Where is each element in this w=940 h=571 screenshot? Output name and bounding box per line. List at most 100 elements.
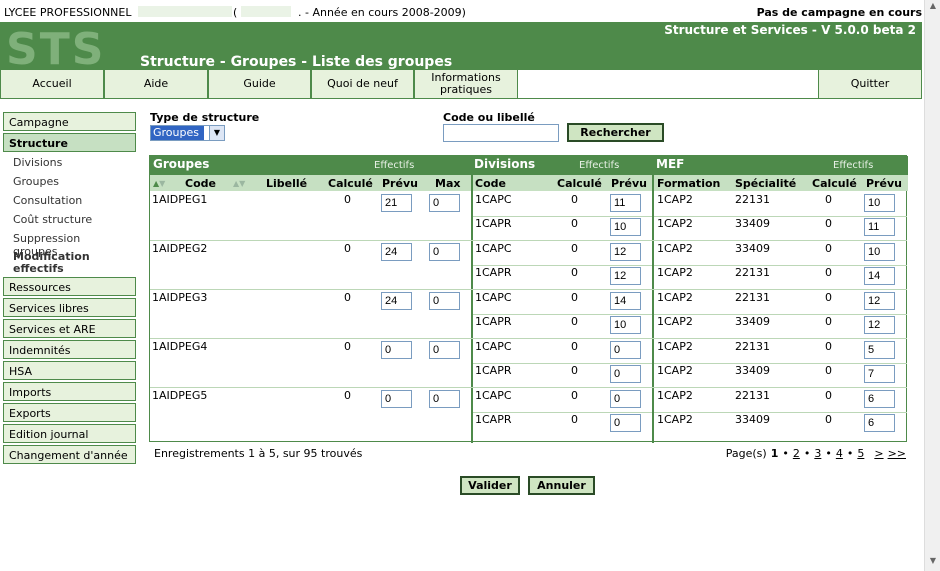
col-div-prevu: Prévu <box>611 177 647 190</box>
mef-prevu-input[interactable] <box>864 341 895 359</box>
division-prevu-input[interactable] <box>610 414 641 432</box>
group-prevu-input[interactable] <box>381 390 412 408</box>
groupes-column-header: ▲▼ Code ▲▼ Libellé Calculé Prévu Max <box>150 175 472 191</box>
sidebar-subitem-suppression-groupes[interactable]: Suppression groupes <box>3 230 136 258</box>
division-prevu-input[interactable] <box>610 365 641 383</box>
mef-prevu-input[interactable] <box>864 218 895 236</box>
group-prevu-input[interactable] <box>381 243 412 261</box>
group-max-input[interactable] <box>429 194 460 212</box>
division-code: 1CAPC <box>475 242 512 255</box>
mef-calcule: 0 <box>825 364 832 377</box>
group-prevu-input[interactable] <box>381 341 412 359</box>
col-div-code: Code <box>475 177 506 190</box>
division-prevu-input[interactable] <box>610 316 641 334</box>
group-code: 1AIDPEG3 <box>152 291 208 304</box>
code-label: Code ou libellé <box>443 111 535 124</box>
division-prevu-input[interactable] <box>610 390 641 408</box>
division-prevu-input[interactable] <box>610 218 641 236</box>
nav-informations-pratiques[interactable]: Informations pratiques <box>414 70 518 99</box>
vertical-scrollbar[interactable]: ▲ ▼ <box>924 0 940 571</box>
groupes-effectifs-label: Effectifs <box>374 160 415 171</box>
page-5-link[interactable]: 5 <box>857 447 864 460</box>
search-button[interactable]: Rechercher <box>567 123 664 142</box>
mef-column-header: Formation Spécialité Calculé Prévu <box>654 175 908 191</box>
group-code: 1AIDPEG4 <box>152 340 208 353</box>
sort-down-icon[interactable]: ▼ <box>159 179 165 188</box>
type-structure-label: Type de structure <box>150 111 260 124</box>
sidebar-subitem-modification-effectifs[interactable]: Modification effectifs <box>3 249 136 277</box>
mef-effectifs-label: Effectifs <box>833 160 874 171</box>
nav-quitter[interactable]: Quitter <box>818 70 922 99</box>
division-prevu-input[interactable] <box>610 267 641 285</box>
mef-specialite: 33409 <box>735 217 770 230</box>
division-prevu-input[interactable] <box>610 292 641 310</box>
mef-prevu-input[interactable] <box>864 414 895 432</box>
col-code[interactable]: Code <box>185 177 216 190</box>
mef-prevu-input[interactable] <box>864 292 895 310</box>
sort-down-icon[interactable]: ▼ <box>239 179 245 188</box>
mef-calcule: 0 <box>825 193 832 206</box>
division-prevu-input[interactable] <box>610 243 641 261</box>
open-paren: ( <box>233 6 238 19</box>
page-2-link[interactable]: 2 <box>793 447 800 460</box>
sidebar-item-campagne[interactable]: Campagne <box>3 112 136 131</box>
division-calcule: 0 <box>571 291 578 304</box>
divisions-effectifs-label: Effectifs <box>579 160 620 171</box>
last-page-link[interactable]: >> <box>888 447 906 460</box>
sidebar-item-imports[interactable]: Imports <box>3 382 136 401</box>
division-prevu-input[interactable] <box>610 341 641 359</box>
col-libelle[interactable]: Libellé <box>266 177 307 190</box>
nav-quoi-de-neuf[interactable]: Quoi de neuf <box>311 70 414 99</box>
division-code: 1CAPR <box>475 315 512 328</box>
sidebar-item-structure[interactable]: Structure <box>3 133 136 152</box>
validate-button[interactable]: Valider <box>460 476 520 495</box>
division-code: 1CAPR <box>475 266 512 279</box>
sidebar-subitem-cout-structure[interactable]: Coût structure <box>3 211 136 230</box>
sidebar-subitem-groupes[interactable]: Groupes <box>3 173 136 192</box>
mef-prevu-input[interactable] <box>864 267 895 285</box>
sidebar-item-services-et-are[interactable]: Services et ARE <box>3 319 136 338</box>
nav-aide[interactable]: Aide <box>104 70 208 99</box>
page-3-link[interactable]: 3 <box>814 447 821 460</box>
group-max-input[interactable] <box>429 243 460 261</box>
col-mef-calcule: Calculé <box>812 177 857 190</box>
col-specialite: Spécialité <box>735 177 797 190</box>
sidebar-subitem-consultation[interactable]: Consultation <box>3 192 136 211</box>
mef-prevu-input[interactable] <box>864 316 895 334</box>
sidebar-item-indemnites[interactable]: Indemnités <box>3 340 136 359</box>
code-input[interactable] <box>443 124 559 142</box>
group-code: 1AIDPEG5 <box>152 389 208 402</box>
sidebar-item-services-libres[interactable]: Services libres <box>3 298 136 317</box>
type-structure-select[interactable]: Groupes ▼ <box>150 125 225 141</box>
mef-formation: 1CAP2 <box>657 242 693 255</box>
group-calcule: 0 <box>344 389 351 402</box>
scroll-up-icon[interactable]: ▲ <box>927 1 939 13</box>
nav-guide[interactable]: Guide <box>208 70 311 99</box>
mef-prevu-input[interactable] <box>864 243 895 261</box>
chevron-down-icon[interactable]: ▼ <box>209 126 224 140</box>
page-4-link[interactable]: 4 <box>836 447 843 460</box>
group-prevu-input[interactable] <box>381 194 412 212</box>
division-calcule: 0 <box>571 364 578 377</box>
sidebar-item-edition-journal[interactable]: Edition journal <box>3 424 136 443</box>
mef-prevu-input[interactable] <box>864 365 895 383</box>
mef-specialite: 22131 <box>735 266 770 279</box>
sidebar-item-exports[interactable]: Exports <box>3 403 136 422</box>
redacted-block <box>241 6 291 17</box>
mef-prevu-input[interactable] <box>864 194 895 212</box>
next-page-link[interactable]: > <box>874 447 883 460</box>
nav-accueil[interactable]: Accueil <box>0 70 104 99</box>
sidebar-item-ressources[interactable]: Ressources <box>3 277 136 296</box>
group-max-input[interactable] <box>429 341 460 359</box>
group-prevu-input[interactable] <box>381 292 412 310</box>
group-max-input[interactable] <box>429 292 460 310</box>
division-prevu-input[interactable] <box>610 194 641 212</box>
column-divider <box>652 156 654 443</box>
sidebar-subitem-divisions[interactable]: Divisions <box>3 154 136 173</box>
cancel-button[interactable]: Annuler <box>528 476 595 495</box>
group-max-input[interactable] <box>429 390 460 408</box>
mef-prevu-input[interactable] <box>864 390 895 408</box>
scroll-down-icon[interactable]: ▼ <box>927 556 939 568</box>
sidebar-item-changement-annee[interactable]: Changement d'année <box>3 445 136 464</box>
sidebar-item-hsa[interactable]: HSA <box>3 361 136 380</box>
